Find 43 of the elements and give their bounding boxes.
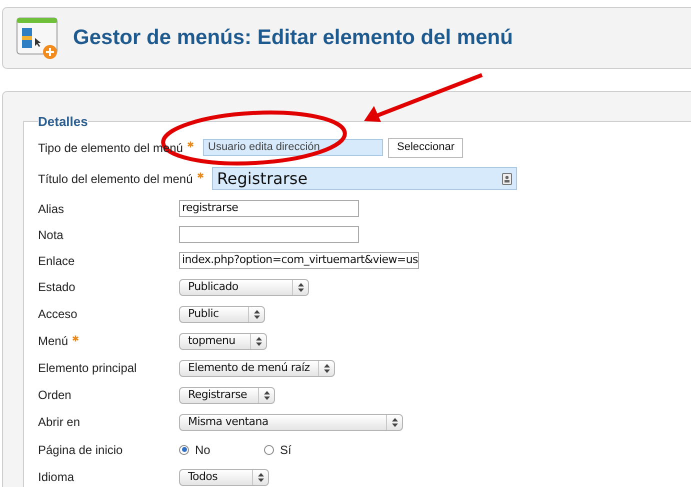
select-arrows-icon: [258, 472, 264, 482]
menu-item-icon: [15, 16, 59, 60]
field-label: Título del elemento del menú: [38, 170, 193, 188]
text-field[interactable]: [179, 226, 359, 243]
page-title: Gestor de menús: Editar elemento del menú: [73, 25, 513, 52]
required-asterisk-icon: [72, 334, 80, 342]
select-button[interactable]: Seleccionar: [388, 138, 464, 158]
field-label: Menú: [38, 333, 68, 350]
field-label: Elemento principal: [38, 360, 137, 377]
dropdown[interactable]: Publicado: [179, 278, 309, 296]
dropdown[interactable]: topmenu: [179, 332, 267, 350]
required-asterisk-icon: [186, 141, 194, 148]
select-arrows-icon: [324, 364, 330, 372]
dropdown[interactable]: Elemento de menú raíz: [179, 360, 335, 376]
select-arrows-icon: [392, 418, 398, 426]
field-label: Acceso: [38, 306, 78, 323]
radio-button[interactable]: [179, 444, 189, 454]
dropdown[interactable]: Misma ventana: [179, 414, 403, 430]
text-field[interactable]: registrarse: [179, 200, 359, 217]
field-label: Orden: [38, 387, 72, 404]
select-arrows-icon: [254, 310, 260, 318]
field-label: Estado: [38, 279, 76, 296]
select-arrows-icon: [264, 390, 270, 400]
contact-card-icon: [502, 172, 512, 184]
dropdown[interactable]: Registrarse: [179, 386, 275, 404]
dropdown[interactable]: Todos: [179, 468, 269, 486]
select-arrows-icon: [298, 282, 304, 292]
field-label: Alias: [38, 200, 64, 218]
field-label: Idioma: [38, 469, 74, 486]
required-asterisk-icon: [196, 172, 204, 179]
field-label: Abrir en: [38, 414, 80, 431]
field-label: Enlace: [38, 252, 75, 270]
select-arrows-icon: [256, 336, 262, 346]
menu-type-field[interactable]: Usuario edita dirección: [203, 139, 383, 156]
field-label: Página de inicio: [38, 442, 123, 458]
title-field[interactable]: Registrarse: [212, 167, 517, 190]
radio-label: No: [195, 442, 210, 458]
fieldset-legend: Detalles: [38, 112, 88, 132]
text-field[interactable]: index.php?option=com_virtuemart&view=us: [179, 252, 419, 269]
dropdown[interactable]: Public: [179, 306, 265, 322]
radio-label: Sí: [280, 442, 292, 458]
field-label: Nota: [38, 226, 64, 244]
radio-button[interactable]: [264, 444, 274, 454]
